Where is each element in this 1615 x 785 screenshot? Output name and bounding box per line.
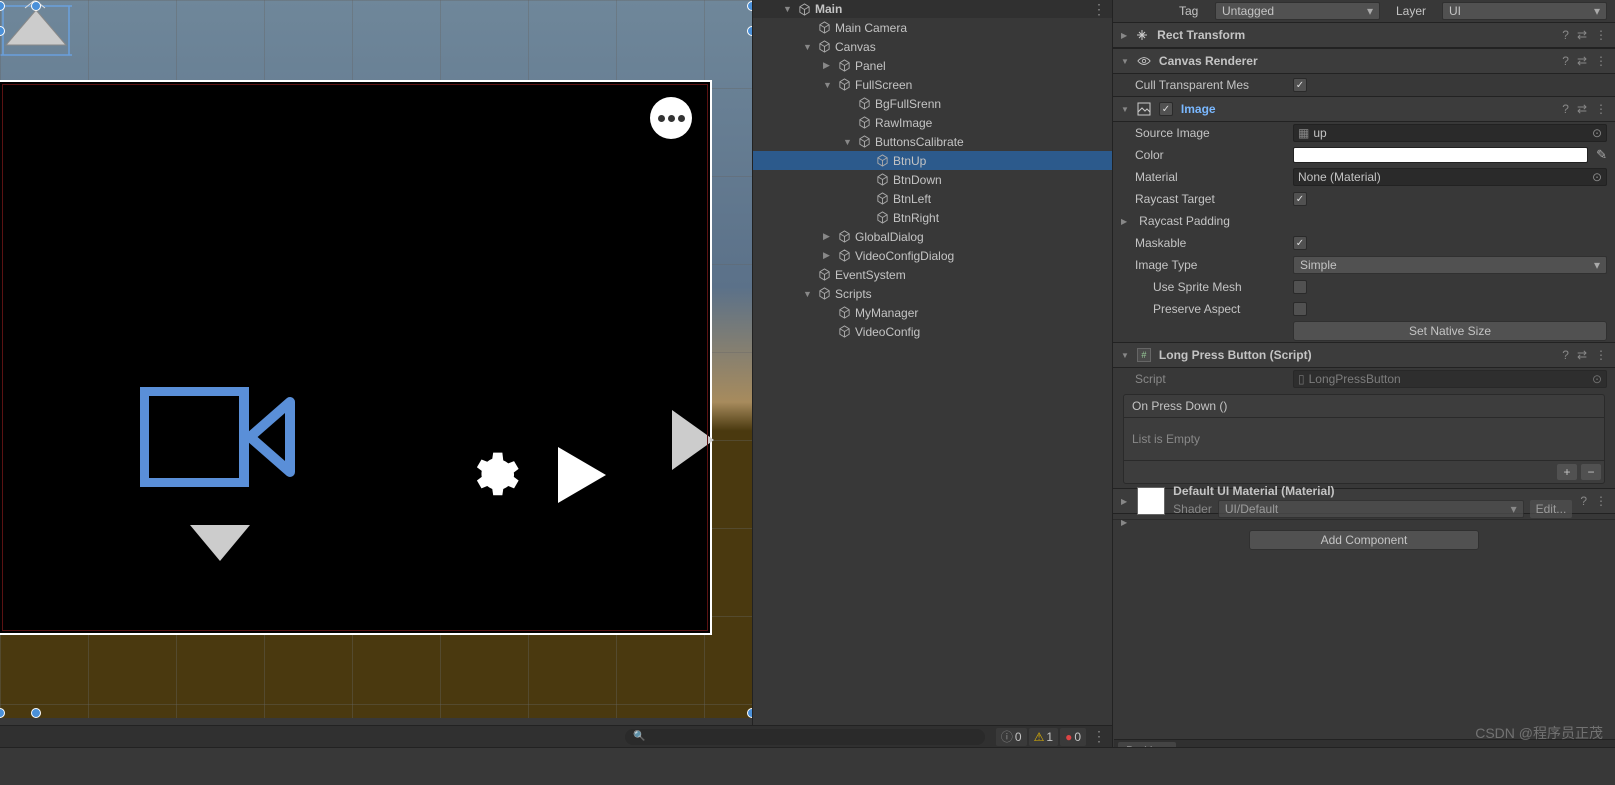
context-menu-icon[interactable]: ⋮ <box>1092 728 1106 745</box>
event-list[interactable]: On Press Down () List is Empty + − <box>1123 394 1605 484</box>
hierarchy-panel[interactable]: ▼ Main ⋮ Main Camera▼Canvas▶Panel▼FullSc… <box>752 0 1112 785</box>
preset-icon[interactable]: ⇄ <box>1577 54 1587 68</box>
btn-right-icon[interactable] <box>672 410 714 470</box>
btn-down-icon[interactable] <box>190 525 250 561</box>
help-icon[interactable]: ? <box>1580 494 1587 508</box>
hierarchy-item[interactable]: ▼Canvas <box>753 37 1112 56</box>
cull-label: Cull Transparent Mes <box>1135 78 1285 92</box>
menu-icon[interactable]: ⋮ <box>1595 102 1607 116</box>
preset-icon[interactable]: ⇄ <box>1577 102 1587 116</box>
raycast-checkbox[interactable]: ✓ <box>1293 192 1307 206</box>
tag-label: Tag <box>1179 4 1209 18</box>
preset-icon[interactable]: ⇄ <box>1577 28 1587 42</box>
eyedropper-icon[interactable]: ✎ <box>1596 147 1607 163</box>
hierarchy-scene-row[interactable]: ▼ Main ⋮ <box>753 0 1112 18</box>
search-input[interactable]: 🔍 <box>625 729 985 745</box>
edit-button[interactable]: Edit... <box>1530 500 1573 518</box>
scene-view[interactable] <box>0 0 752 718</box>
script-field: ▯LongPressButton⊙ <box>1293 370 1607 388</box>
layer-dropdown[interactable]: UI <box>1442 2 1607 20</box>
hierarchy-item[interactable]: ▼Scripts <box>753 284 1112 303</box>
material-field[interactable]: None (Material)⊙ <box>1293 168 1607 186</box>
event-empty: List is Empty <box>1124 418 1604 460</box>
bottom-panel <box>0 747 1615 785</box>
warn-badge[interactable]: ⚠1 <box>1029 728 1058 746</box>
material-preview <box>1137 487 1165 515</box>
canvas-preview <box>0 80 712 635</box>
help-icon[interactable]: ? <box>1562 348 1569 362</box>
image-enable-checkbox[interactable]: ✓ <box>1159 102 1173 116</box>
help-icon[interactable]: ? <box>1562 28 1569 42</box>
hierarchy-item[interactable]: EventSystem <box>753 265 1112 284</box>
hierarchy-item[interactable]: BtnDown <box>753 170 1112 189</box>
hierarchy-item[interactable]: BtnLeft <box>753 189 1112 208</box>
maskable-checkbox[interactable]: ✓ <box>1293 236 1307 250</box>
help-icon[interactable]: ? <box>1562 54 1569 68</box>
add-event-button[interactable]: + <box>1557 464 1577 480</box>
status-bar: 🔍 ⓘ0 ⚠1 ●0 ⋮ <box>0 725 1112 747</box>
hierarchy-item[interactable]: MyManager <box>753 303 1112 322</box>
context-menu-icon[interactable]: ⋮ <box>1092 1 1106 18</box>
hierarchy-item[interactable]: VideoConfig <box>753 322 1112 341</box>
image-type-dropdown[interactable]: Simple <box>1293 256 1607 274</box>
menu-icon[interactable]: ⋮ <box>1595 54 1607 68</box>
gear-icon[interactable] <box>465 448 520 503</box>
play-icon[interactable] <box>558 447 606 503</box>
inspector-panel[interactable]: Tag Untagged Layer UI ▶ Rect Transform ?… <box>1112 0 1615 785</box>
error-badge[interactable]: ●0 <box>1060 728 1086 746</box>
remove-event-button[interactable]: − <box>1581 464 1601 480</box>
info-badge[interactable]: ⓘ0 <box>996 728 1027 746</box>
material-header[interactable]: ▶ Default UI Material (Material) Shader … <box>1113 488 1615 514</box>
color-field[interactable] <box>1293 147 1588 163</box>
scene-name: Main <box>815 2 842 16</box>
hierarchy-item[interactable]: RawImage <box>753 113 1112 132</box>
preset-icon[interactable]: ⇄ <box>1577 348 1587 362</box>
hierarchy-item[interactable]: ▶GlobalDialog <box>753 227 1112 246</box>
rect-transform-icon <box>1135 28 1149 42</box>
script-header[interactable]: ▼ # Long Press Button (Script) ? ⇄ ⋮ <box>1113 342 1615 368</box>
event-header: On Press Down () <box>1124 395 1604 418</box>
set-native-size-button[interactable]: Set Native Size <box>1293 321 1607 341</box>
eye-icon <box>1137 54 1151 68</box>
menu-icon[interactable]: ⋮ <box>1595 494 1607 508</box>
menu-icon[interactable]: ⋮ <box>1595 28 1607 42</box>
preserve-aspect-checkbox[interactable] <box>1293 302 1307 316</box>
add-component-button[interactable]: Add Component <box>1249 530 1479 550</box>
help-icon[interactable]: ? <box>1562 102 1569 116</box>
video-camera-icon <box>140 387 295 487</box>
shader-dropdown[interactable]: UI/Default <box>1218 500 1524 518</box>
menu-icon[interactable]: ⋮ <box>1595 348 1607 362</box>
image-header[interactable]: ▼ ✓ Image ? ⇄ ⋮ <box>1113 96 1615 122</box>
hierarchy-item[interactable]: BtnUp <box>753 151 1112 170</box>
image-component-icon <box>1137 102 1151 116</box>
layer-label: Layer <box>1396 4 1436 18</box>
hierarchy-item[interactable]: BtnRight <box>753 208 1112 227</box>
hierarchy-item[interactable]: ▶VideoConfigDialog <box>753 246 1112 265</box>
more-icon[interactable] <box>650 97 692 139</box>
use-sprite-checkbox[interactable] <box>1293 280 1307 294</box>
watermark: CSDN @程序员正茂 <box>1475 723 1603 743</box>
canvas-renderer-header[interactable]: ▼ Canvas Renderer ? ⇄ ⋮ <box>1113 48 1615 74</box>
rect-transform-header[interactable]: ▶ Rect Transform ? ⇄ ⋮ <box>1113 22 1615 48</box>
hierarchy-item[interactable]: ▼ButtonsCalibrate <box>753 132 1112 151</box>
tag-dropdown[interactable]: Untagged <box>1215 2 1380 20</box>
source-image-field[interactable]: ▦up⊙ <box>1293 124 1607 142</box>
hierarchy-item[interactable]: ▼FullScreen <box>753 75 1112 94</box>
hierarchy-item[interactable]: Main Camera <box>753 18 1112 37</box>
cull-checkbox[interactable]: ✓ <box>1293 78 1307 92</box>
hierarchy-item[interactable]: ▶Panel <box>753 56 1112 75</box>
hierarchy-item[interactable]: BgFullSrenn <box>753 94 1112 113</box>
